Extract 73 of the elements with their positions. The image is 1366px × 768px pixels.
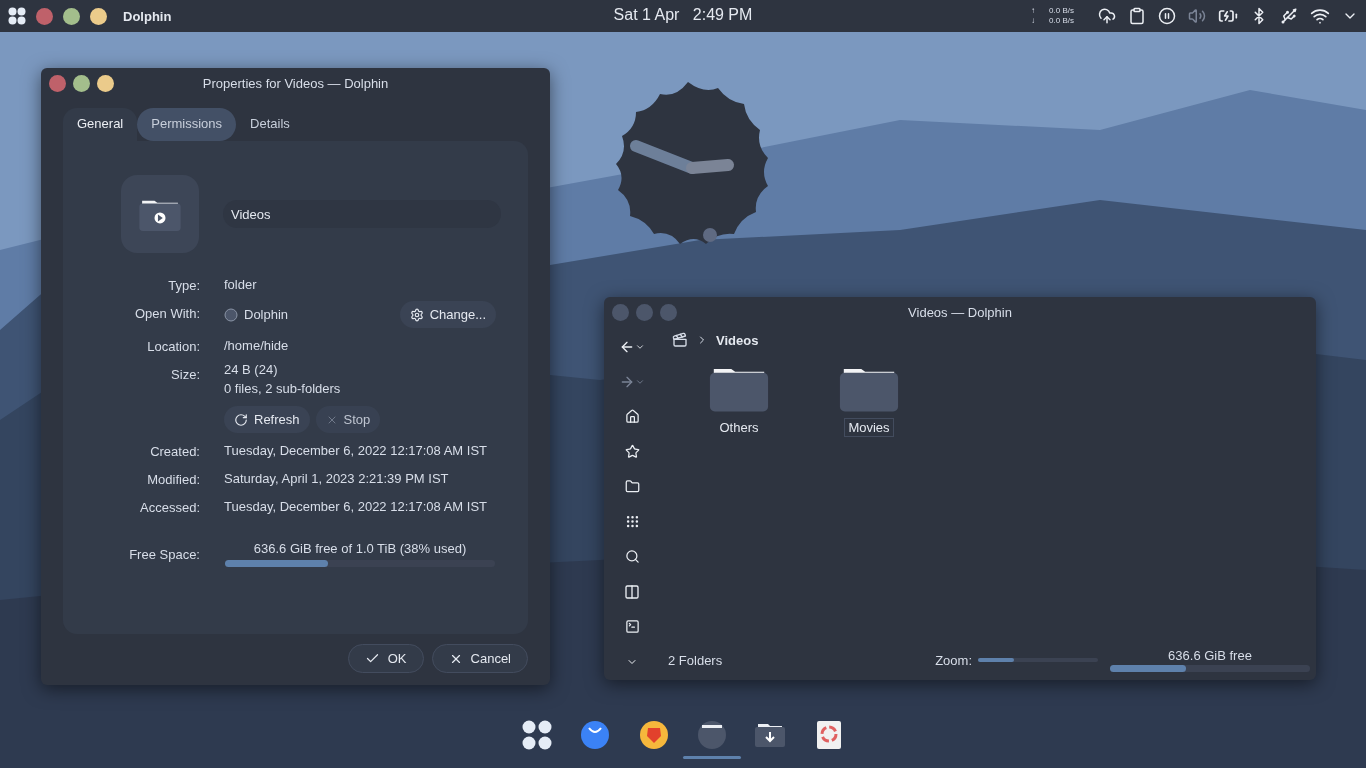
pause-icon[interactable] [1158,7,1176,25]
folder-item[interactable]: Others [694,364,784,438]
time-text[interactable]: 2:49 PM [692,6,753,23]
star-icon [624,444,640,459]
download-folder-icon [755,723,786,747]
icon-button[interactable] [121,175,199,253]
lion-shield-icon [639,721,668,749]
status-text: 2 Folders [668,652,723,668]
volume-icon[interactable] [1188,7,1206,25]
tab[interactable]: General [63,108,138,141]
field-value: Saturday, April 1, 2023 2:21:39 PM IST [224,470,450,486]
tab[interactable]: Permissions [137,108,237,141]
settings-icon [409,307,424,322]
network-rate: 0.0 B/s [1049,6,1074,16]
home-icon [624,409,640,424]
field-label: Free Space: [128,546,200,562]
field-label: Size: [170,366,200,382]
cloud-upload-icon[interactable] [1098,7,1116,25]
recycle-bin-icon [816,721,841,749]
folder-item[interactable]: Movies [824,364,914,438]
field-value: /home/hide [224,337,290,353]
tab[interactable]: Details [236,108,304,141]
app-icon [224,307,238,322]
field-label: Type: [167,277,200,293]
active-app-name: Dolphin [123,8,172,24]
ok-button[interactable]: OK [347,644,424,673]
field-value: Tuesday, December 6, 2022 12:17:08 AM IST [224,498,489,514]
dot-grid-icon [624,514,640,529]
breadcrumb-item[interactable]: Videos [716,332,759,348]
field-value: Tuesday, December 6, 2022 12:17:08 AM IST [224,442,489,458]
name-field[interactable]: Videos [223,200,501,228]
field-label: Created: [149,443,200,459]
field-value: 24 B (24) [224,362,279,377]
field-label: Accessed: [139,499,200,515]
arrow-text: ↓ [1031,16,1036,26]
field-label: Open With: [133,305,200,321]
window-title: Properties for Videos — Dolphin [201,75,390,91]
change-button[interactable]: Change... [399,301,496,328]
running-indicator [683,756,742,759]
field-label: Location: [146,338,200,354]
app-grid-icon [522,720,553,750]
search-icon [624,549,640,564]
field-label: Modified: [146,471,200,487]
minimize-button[interactable] [63,7,80,25]
folder-name: Others [718,418,760,437]
clipboard-icon[interactable] [1128,7,1146,25]
arrow-text: ↑ [1031,6,1036,16]
field-detail: 0 files, 2 sub-folders [224,381,342,396]
refresh-icon [234,412,248,427]
free-space-text: 636.6 GiB free [1168,648,1252,663]
zoom-label: Zoom: [935,652,972,668]
date-text[interactable]: Sat 1 Apr [613,6,680,23]
terminal-icon [624,619,640,634]
shopping-bag-icon [581,721,610,749]
free-space-text: 636.6 GiB free of 1.0 TiB (38% used) [253,541,467,556]
wifi-icon[interactable] [1310,6,1330,26]
cancel-button[interactable]: Cancel [431,644,528,673]
app-grid-icon[interactable] [8,7,26,25]
maximize-button[interactable] [97,74,114,92]
usb-icon[interactable] [1280,7,1298,25]
minimize-button[interactable] [73,74,90,92]
field-value: folder [224,276,258,292]
network-rate: 0.0 B/s [1049,16,1074,26]
maximize-button[interactable] [90,7,107,25]
field-value: Dolphin [244,307,289,322]
window-title: Videos — Dolphin [907,304,1013,320]
refresh-button[interactable]: Refresh [224,406,310,433]
clapperboard-icon[interactable] [672,332,688,348]
columns-icon [624,583,640,600]
close-button[interactable] [36,7,53,25]
zoom-slider[interactable] [978,658,1098,662]
folder-name: Movies [844,417,894,437]
close-button[interactable] [49,74,66,92]
